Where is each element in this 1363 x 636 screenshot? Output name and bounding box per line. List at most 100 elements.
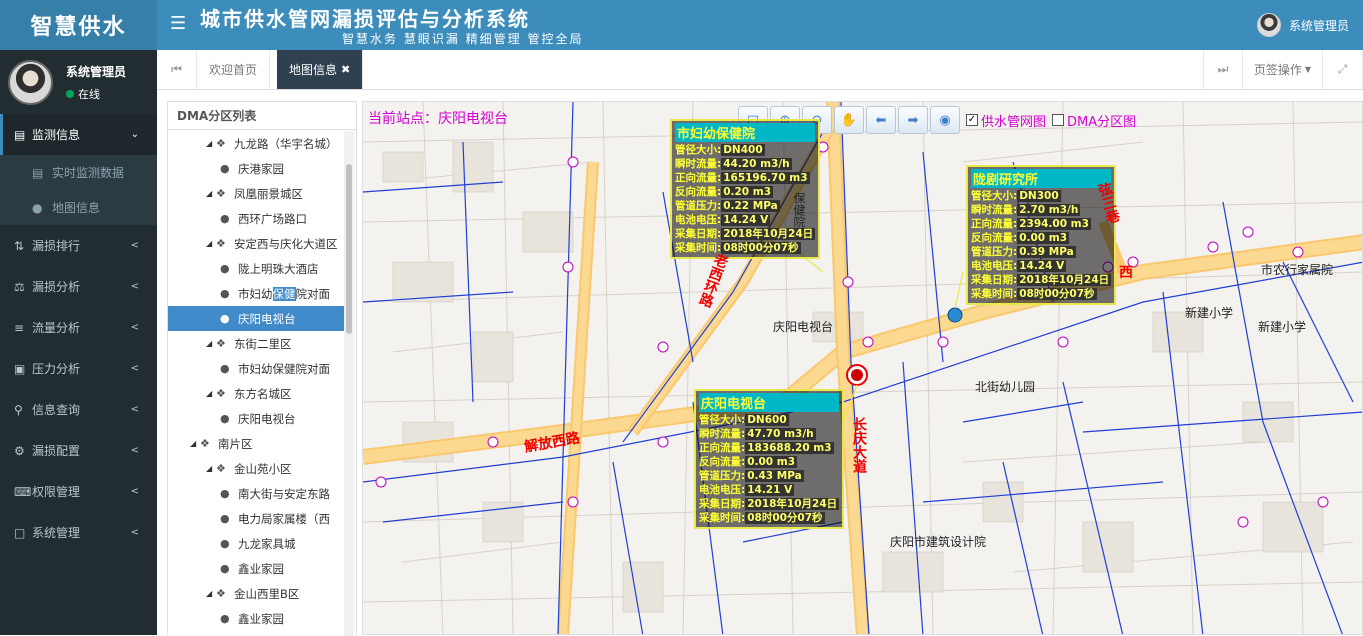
checkbox-empty-icon[interactable]	[1052, 114, 1065, 126]
tree-item[interactable]: ● 陇上明珠大酒店	[168, 256, 345, 281]
tree-item[interactable]: ● 鑫业家园	[168, 606, 345, 631]
dma-panel-title: DMA分区列表	[168, 102, 356, 130]
sidebar-subitem-map[interactable]: ● 地图信息	[0, 190, 157, 225]
sidebar-item-monitor[interactable]: ▤ 监测信息 ⌄	[0, 114, 157, 155]
tab-map-info[interactable]: 地图信息 ✖	[277, 50, 364, 89]
expand-triangle-icon[interactable]: ◢	[206, 189, 216, 198]
tree-item-label: 庆阳电视台	[238, 411, 296, 426]
infobox-line: 正向流量: 165196.70 m3	[675, 171, 815, 185]
forward-icon[interactable]: ➡	[898, 106, 928, 134]
tree-item[interactable]: ◢ ❖ 金山西里B区	[168, 581, 345, 606]
bars-icon[interactable]: ☰	[170, 14, 186, 34]
user-menu[interactable]: 系统管理员	[1256, 13, 1349, 37]
tree-item[interactable]: ● 九龙家具城	[168, 531, 345, 556]
tree-item-label: 东方名城区	[234, 386, 292, 401]
sidebar-item-flow-analysis[interactable]: ≡ 流量分析 <	[0, 307, 157, 348]
sidebar-item-label: 流量分析	[32, 321, 81, 335]
user-name: 系统管理员	[1288, 18, 1349, 33]
expand-triangle-icon[interactable]: ◢	[190, 439, 200, 448]
tab-welcome[interactable]: 欢迎首页	[197, 50, 271, 89]
cube-icon: ❖	[216, 237, 226, 250]
map-marker-icon: ●	[220, 562, 230, 575]
infobox-key: 电池电压:	[699, 484, 746, 496]
tree-item[interactable]: ◢ ❖ 南片区	[168, 431, 345, 456]
tree-item[interactable]: ● 市妇幼保健院对面	[168, 281, 345, 306]
station-infobox[interactable]: 庆阳电视台 管径大小: DN600 瞬时流量: 47.70 m3/h 正向流量: 18368…	[694, 389, 845, 529]
tab-label: 地图信息	[289, 63, 338, 77]
tree-item-label: 凤凰丽景城区	[234, 186, 303, 201]
tree-item[interactable]: ◢ ❖ 安定西与庆化大道区	[168, 231, 345, 256]
map-place-label: 保健院	[792, 192, 806, 228]
sidebar-item-label: 漏损排行	[32, 239, 81, 253]
map-marker-icon: ●	[220, 312, 230, 325]
sidebar-item-info-query[interactable]: ⚲ 信息查询 <	[0, 389, 157, 430]
map-view[interactable]: 当前站点：庆阳电视台 □ ⊕ ⊖ ✋ ⬅ ➡ ◉ ✓供水管网图 DMA分区图 市…	[362, 101, 1363, 635]
scrollbar-thumb[interactable]	[346, 164, 352, 334]
top-navbar: 智慧供水 ☰ 城市供水管网漏损评估与分析系统 智慧水务 慧眼识漏 精细管理 管控…	[0, 0, 1363, 50]
infobox-line: 反向流量: 0.00 m3	[971, 231, 1111, 245]
tree-item[interactable]: ● 南大街与安定东路	[168, 481, 345, 506]
infobox-line: 反向流量: 0.00 m3	[699, 455, 839, 469]
expand-triangle-icon[interactable]: ◢	[206, 239, 216, 248]
tree-item-label: 市妇幼保健院对面	[238, 361, 330, 376]
station-infobox[interactable]: 市妇幼保健院 管径大小: DN400 瞬时流量: 44.20 m3/h 正向流量: 1651…	[670, 119, 821, 259]
sidebar-item-pressure-analysis[interactable]: ▣ 压力分析 <	[0, 348, 157, 389]
tree-item[interactable]: ● 庆阳电视台	[168, 306, 345, 331]
sidebar-item-system[interactable]: □ 系统管理 <	[0, 512, 157, 553]
infobox-line: 正向流量: 2394.00 m3	[971, 217, 1111, 231]
tree-item[interactable]: ◢ ❖ 凤凰丽景城区	[168, 181, 345, 206]
layer-pipe-network[interactable]: ✓ 供水管网图	[966, 111, 1046, 130]
expand-triangle-icon[interactable]: ◢	[206, 389, 216, 398]
infobox-key: 采集日期:	[971, 274, 1018, 286]
map-marker-icon: ●	[220, 162, 230, 175]
tree-scrollbar[interactable]	[344, 131, 354, 636]
fullscreen-button[interactable]: ⤢	[1323, 50, 1363, 89]
tree-item[interactable]: ◢ ❖ 东方名城区	[168, 381, 345, 406]
checkbox-checked-icon[interactable]: ✓	[966, 114, 978, 126]
infobox-title: 陇剧研究所	[971, 169, 1112, 188]
infobox-value: 183688.20 m3	[745, 442, 834, 454]
layer-dma-zones[interactable]: DMA分区图	[1052, 111, 1136, 130]
cube-icon: ❖	[216, 337, 226, 350]
expand-triangle-icon[interactable]: ◢	[206, 589, 216, 598]
app-logo[interactable]: 智慧供水	[0, 0, 157, 50]
cube-icon: ❖	[200, 437, 210, 450]
tabs-prev-button[interactable]: ⏮	[157, 50, 197, 89]
tree-item[interactable]: ◢ ❖ 金山苑小区	[168, 456, 345, 481]
infobox-line: 瞬时流量: 47.70 m3/h	[699, 427, 839, 441]
tree-item[interactable]: ◢ ❖ 东街二里区	[168, 331, 345, 356]
tree-item-label: 金山苑小区	[234, 461, 292, 476]
back-icon[interactable]: ⬅	[866, 106, 896, 134]
sidebar-item-leak-config[interactable]: ⚙ 漏损配置 <	[0, 430, 157, 471]
chevron-left-icon: <	[130, 240, 139, 251]
sidebar-item-leak-analysis[interactable]: ⚖ 漏损分析 <	[0, 266, 157, 307]
globe-icon[interactable]: ◉	[930, 106, 960, 134]
tree-item[interactable]: ● 鑫业家园	[168, 556, 345, 581]
page-ops-dropdown[interactable]: 页签操作 ▼	[1243, 50, 1323, 89]
expand-icon: ⤢	[1337, 62, 1348, 76]
sidebar-item-label: 系统管理	[32, 526, 81, 540]
sidebar-item-permissions[interactable]: ⌨ 权限管理 <	[0, 471, 157, 512]
tree-item[interactable]: ◢ ❖ 九龙路（华宇名城）	[168, 131, 345, 156]
tree-item[interactable]: ● 庆港家园	[168, 156, 345, 181]
sidebar-item-ranking[interactable]: ⇅ 漏损排行 <	[0, 225, 157, 266]
expand-triangle-icon[interactable]: ◢	[206, 339, 216, 348]
tree-item-label: 市妇幼保健院对面	[238, 286, 330, 301]
tabs-next-button[interactable]: ⏭	[1203, 50, 1243, 89]
infobox-value: 0.20 m3	[721, 186, 774, 198]
hand-icon[interactable]: ✋	[834, 106, 864, 134]
map-place-label: 庆阳市建筑设计院	[890, 535, 987, 549]
expand-triangle-icon[interactable]: ◢	[206, 139, 216, 148]
avatar	[1256, 13, 1281, 37]
sidebar-item-label: 漏损分析	[32, 280, 81, 294]
sidebar-subitem-realtime[interactable]: ▤ 实时监测数据	[0, 155, 157, 190]
tree-item[interactable]: ● 西环广场路口	[168, 206, 345, 231]
expand-triangle-icon[interactable]: ◢	[206, 464, 216, 473]
tree-item[interactable]: ● 市妇幼保健院对面	[168, 356, 345, 381]
infobox-line: 电池电压: 14.21 V	[699, 483, 839, 497]
close-icon[interactable]: ✖	[341, 63, 350, 76]
map-marker-icon: ●	[220, 612, 230, 625]
layer-label: 供水管网图	[981, 114, 1047, 130]
tree-item[interactable]: ● 电力局家属楼（西	[168, 506, 345, 531]
tree-item[interactable]: ● 庆阳电视台	[168, 406, 345, 431]
